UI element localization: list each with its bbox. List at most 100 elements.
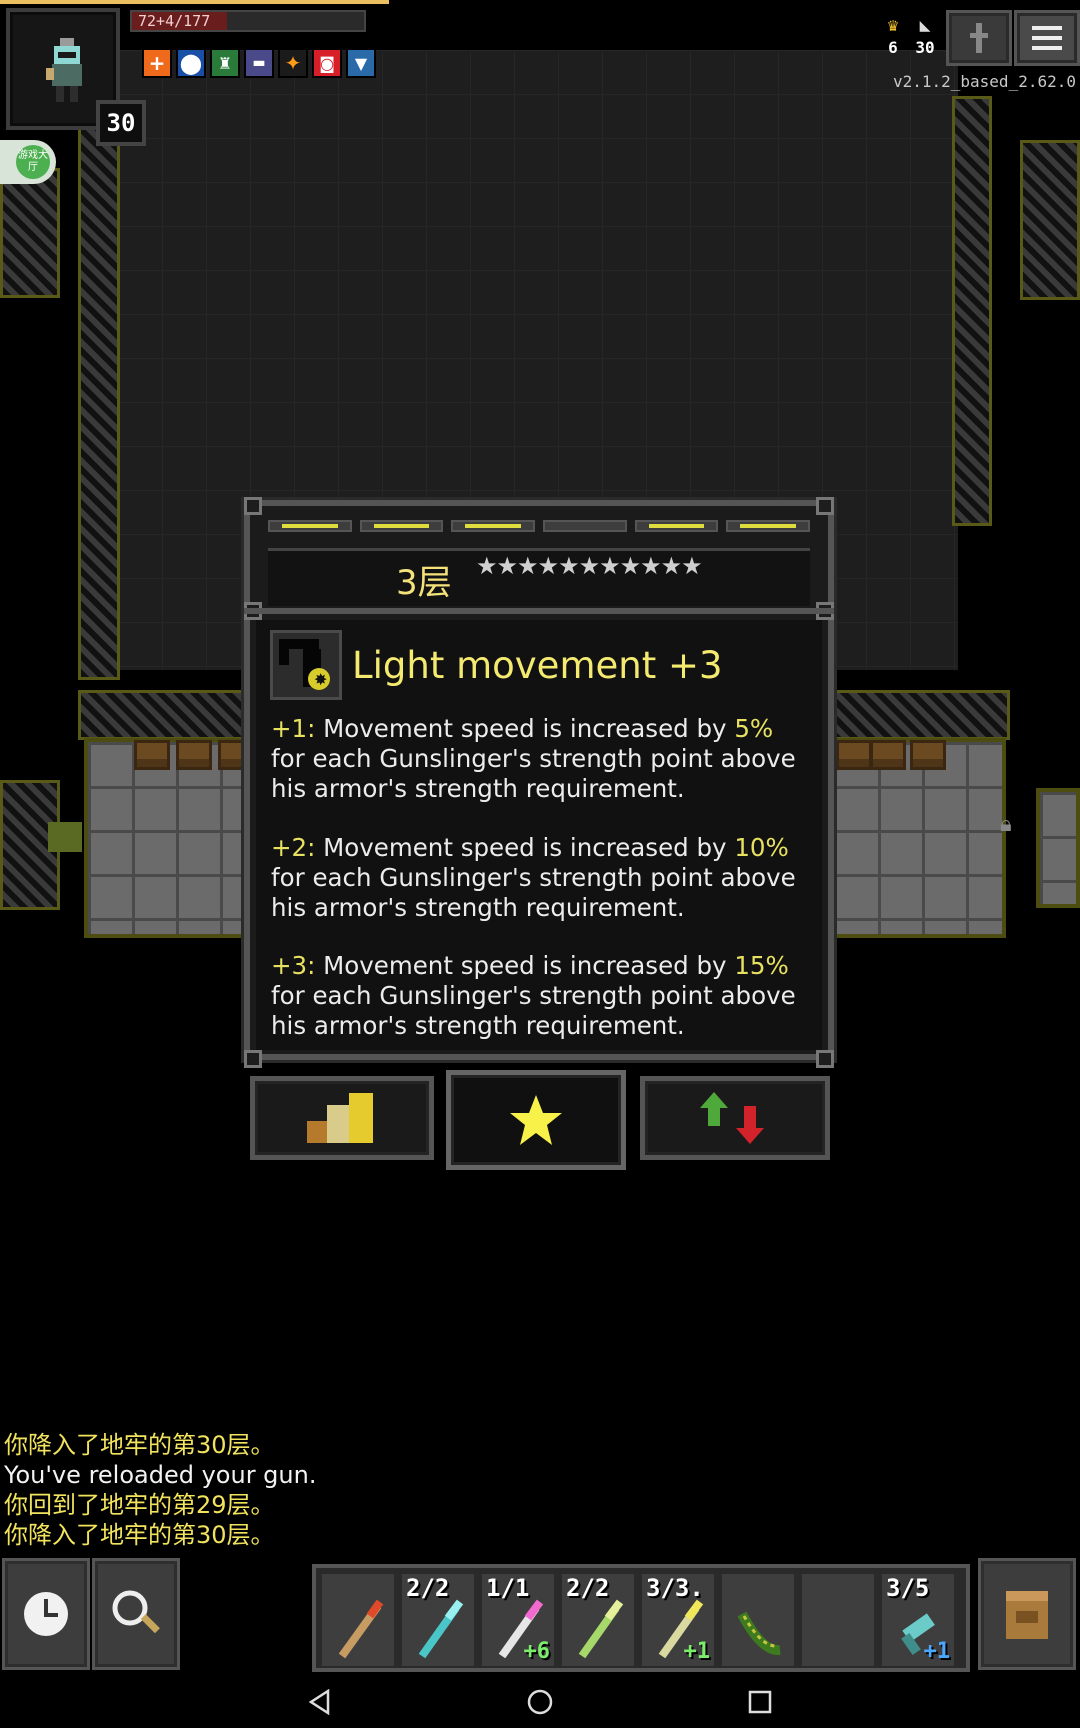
chest[interactable] — [910, 740, 946, 770]
health-cross-icon[interactable]: + — [142, 48, 172, 78]
quickslot-count: 2/2 — [566, 1574, 610, 1602]
bolt-icon[interactable]: ✦ — [278, 48, 308, 78]
shield-icon[interactable]: ⬤ — [176, 48, 206, 78]
vine-whip-icon — [737, 1611, 781, 1656]
tier-title: 3层 — [396, 563, 452, 603]
journal-button[interactable] — [946, 10, 1012, 66]
clock-icon — [24, 1592, 68, 1636]
log-line: 你回到了地牢的第29层。 — [4, 1491, 275, 1519]
menu-icon — [1032, 26, 1062, 50]
game-center-button[interactable]: 游戏大厅 — [0, 140, 56, 184]
recents-button[interactable] — [740, 1684, 780, 1720]
tier-segment — [359, 520, 444, 532]
window-corner — [816, 497, 834, 515]
stairs-icon: ◣ — [919, 15, 931, 36]
quickslot[interactable]: 3/5 +1 — [880, 1572, 956, 1668]
chest[interactable] — [870, 740, 906, 770]
system-navigation-bar — [0, 1676, 1080, 1728]
quickslot-count: 1/1 — [486, 1574, 530, 1602]
search-button[interactable] — [92, 1558, 180, 1670]
quickslot[interactable] — [800, 1572, 876, 1668]
tier-segment — [451, 520, 536, 532]
stats-bars-icon — [307, 1093, 373, 1143]
description-text: Movement speed is increased by — [315, 714, 735, 743]
dungeon-wall-far-right — [1020, 140, 1080, 300]
stone-room-edge[interactable] — [1036, 788, 1080, 908]
chest[interactable] — [176, 740, 212, 770]
level-prefix: +2: — [271, 833, 316, 862]
trophy-icon: ♛ — [887, 15, 899, 36]
quickslot-upgrade: +1 — [683, 1639, 711, 1664]
description-text: for each Gunslinger's strength point abo… — [271, 863, 796, 922]
quickslot[interactable] — [720, 1572, 796, 1668]
game-log: 你降入了地牢的第30层。 You've reloaded your gun. 你… — [4, 1430, 316, 1550]
buff-list: + ⬤ ♜ ▬ ✦ ◙ ▼ — [142, 48, 376, 78]
talent-icon-button[interactable]: ✸ — [270, 630, 342, 700]
svg-text:✸: ✸ — [314, 670, 327, 689]
quickslot[interactable] — [320, 1572, 396, 1668]
window-corner — [244, 1050, 262, 1068]
window-corner — [244, 497, 262, 515]
rage-icon[interactable]: ◙ — [312, 48, 342, 78]
light-movement-icon: ✸ — [279, 639, 330, 690]
window-divider — [244, 608, 834, 614]
experience-bar — [0, 0, 389, 4]
talent-level-1-description: +1: Movement speed is increased by 5% fo… — [271, 714, 811, 804]
castle-icon[interactable]: ♜ — [210, 48, 240, 78]
quickslot[interactable]: 3/3. +1 — [640, 1572, 716, 1668]
talent-level-3-description: +3: Movement speed is increased by 15% f… — [271, 951, 811, 1041]
speed-value: 10% — [734, 833, 789, 862]
tab-upgrades[interactable] — [640, 1076, 830, 1160]
gunslinger-portrait-icon — [46, 38, 82, 102]
home-button[interactable] — [520, 1684, 560, 1720]
tier-segment — [634, 520, 719, 532]
level-prefix: +1: — [271, 714, 316, 743]
chest[interactable] — [134, 740, 170, 770]
tier-segment — [543, 520, 627, 532]
quickslot[interactable]: 2/2 — [400, 1572, 476, 1668]
lock-icon: 🔒︎ — [1000, 812, 1012, 837]
green-wand-icon — [578, 1599, 624, 1659]
game-center-icon: 游戏大厅 — [16, 145, 50, 179]
grass-tile — [48, 822, 82, 852]
description-text: for each Gunslinger's strength point abo… — [271, 744, 796, 803]
health-text: 72+4/177 — [138, 12, 211, 30]
quickslot-upgrade: +1 — [923, 1639, 951, 1664]
tab-stats[interactable] — [250, 1076, 434, 1160]
level-prefix: +3: — [271, 951, 316, 980]
tier-progress-bar — [268, 520, 811, 532]
up-down-arrows-icon — [700, 1092, 764, 1144]
challenges-stat: ♛ 6 — [876, 15, 910, 58]
log-line: You've reloaded your gun. — [4, 1461, 317, 1489]
game-scene[interactable]: 🔒︎ 30 72+4/177 + ⬤ ♜ ▬ ✦ ◙ ▼ 游戏大厅 ♛ 6 ◣ … — [0, 0, 1080, 1728]
backpack-button[interactable] — [978, 1558, 1076, 1670]
quickslot[interactable]: 2/2 — [560, 1572, 636, 1668]
journal-icon — [970, 23, 988, 53]
menu-button[interactable] — [1014, 10, 1080, 66]
sword-icon[interactable]: ▬ — [244, 48, 274, 78]
description-text: Movement speed is increased by — [315, 833, 735, 862]
tier-segment — [268, 520, 352, 532]
talent-star-icon — [510, 1095, 562, 1145]
version-label: v2.1.2_based_2.62.0 — [892, 72, 1076, 91]
quickslot-count: 2/2 — [406, 1574, 450, 1602]
wait-button[interactable] — [2, 1558, 90, 1670]
quickslot-bar: 2/2 1/1 +6 2/2 3/3. +1 3/5 +1 — [312, 1564, 970, 1672]
chest[interactable] — [836, 740, 872, 770]
tab-talents[interactable] — [446, 1070, 626, 1170]
talent-points-stars: ★★★★★★★★★★★ — [476, 552, 703, 580]
dungeon-wall-lower-left — [78, 690, 258, 740]
speed-value: 5% — [734, 714, 774, 743]
hero-level-badge: 30 — [96, 100, 146, 146]
depth-stat: ◣ 30 — [908, 15, 942, 58]
tier-segment — [726, 520, 811, 532]
back-button[interactable] — [300, 1684, 340, 1720]
quickslot-count: 3/5 — [886, 1574, 930, 1602]
recents-square-icon — [748, 1690, 772, 1714]
quickslot[interactable]: 1/1 +6 — [480, 1572, 556, 1668]
shield-blue-icon[interactable]: ▼ — [346, 48, 376, 78]
spear-icon — [338, 1599, 384, 1659]
log-line: 你降入了地牢的第30层。 — [4, 1431, 275, 1459]
quickslot-count: 3/3. — [646, 1574, 704, 1602]
back-triangle-icon — [308, 1689, 330, 1715]
